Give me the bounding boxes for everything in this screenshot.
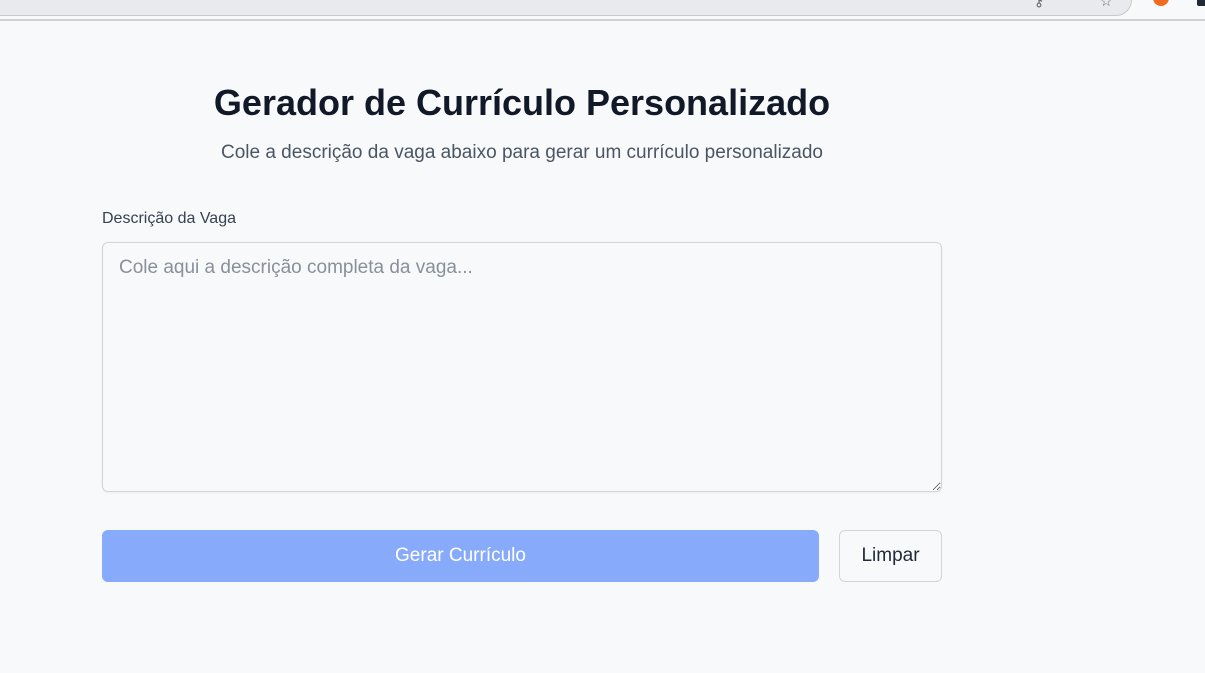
resume-generator-form: Gerador de Currículo Personalizado Cole …: [102, 82, 942, 582]
address-bar[interactable]: [0, 0, 1132, 16]
generate-resume-button[interactable]: Gerar Currículo: [102, 530, 819, 582]
browser-toolbar: ⚷ ☆: [0, 0, 1205, 21]
key-icon[interactable]: ⚷: [1034, 0, 1044, 10]
job-description-label: Descrição da Vaga: [102, 210, 236, 227]
extension-icon[interactable]: [1153, 0, 1169, 6]
form-actions: Gerar Currículo Limpar: [102, 530, 942, 582]
toolbar-divider: [0, 19, 1205, 21]
clear-button[interactable]: Limpar: [839, 530, 942, 582]
page-title: Gerador de Currículo Personalizado: [213, 82, 831, 123]
page-subtitle: Cole a descrição da vaga abaixo para ger…: [220, 142, 823, 163]
profile-icon[interactable]: [1197, 0, 1205, 6]
job-description-textarea[interactable]: [102, 242, 942, 492]
star-icon[interactable]: ☆: [1100, 0, 1113, 10]
